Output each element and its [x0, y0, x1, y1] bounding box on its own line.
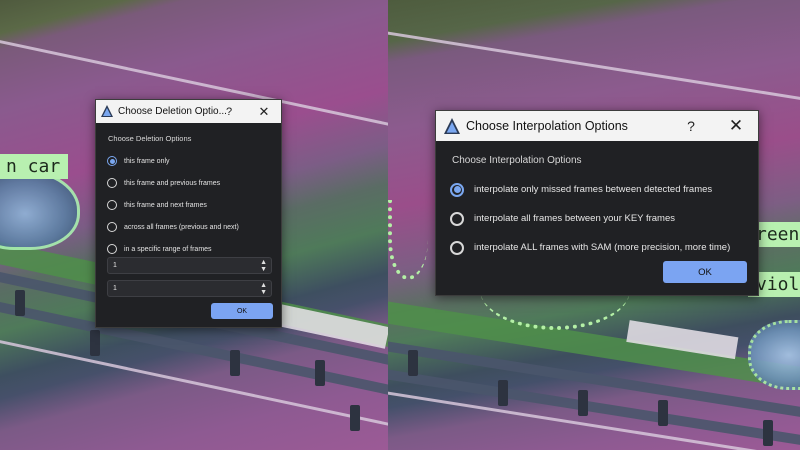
option-label: interpolate ALL frames with SAM (more pr… — [474, 242, 731, 253]
rail-post — [350, 405, 360, 431]
radio-button[interactable] — [107, 200, 117, 210]
range-end-value: 1 — [113, 285, 117, 292]
radio-button[interactable] — [107, 222, 117, 232]
rail-post — [408, 350, 418, 376]
deletion-options-dialog: Choose Deletion Optio... ? ✕ Choose Dele… — [95, 99, 282, 328]
option-all-frames[interactable]: across all frames (previous and next) — [107, 216, 239, 238]
spin-arrows[interactable]: ▲ ▼ — [260, 282, 267, 296]
interpolation-options-dialog: Choose Interpolation Options ? ✕ Choose … — [435, 110, 759, 296]
option-key-frames[interactable]: interpolate all frames between your KEY … — [450, 204, 730, 233]
option-label: this frame and previous frames — [124, 179, 221, 187]
options-group-label: Choose Interpolation Options — [452, 155, 582, 166]
chevron-up-icon[interactable]: ▲ — [260, 282, 267, 289]
option-this-frame-only[interactable]: this frame only — [107, 150, 239, 172]
range-start-spinbox[interactable]: 1 ▲ ▼ — [107, 257, 272, 274]
dialog-title: Choose Deletion Optio... — [118, 106, 227, 117]
radio-button[interactable] — [107, 178, 117, 188]
range-start-value: 1 — [113, 262, 117, 269]
object-label-tag: n car — [0, 154, 69, 179]
close-icon[interactable]: ✕ — [728, 111, 744, 141]
chevron-down-icon[interactable]: ▼ — [260, 289, 267, 296]
option-label: interpolate all frames between your KEY … — [474, 213, 676, 224]
spin-arrows[interactable]: ▲ ▼ — [260, 259, 267, 273]
radio-button[interactable] — [450, 182, 464, 197]
option-label: this frame and next frames — [124, 201, 207, 209]
rail-post — [578, 390, 588, 416]
radio-button[interactable] — [450, 211, 464, 226]
polygon-annotation[interactable] — [388, 200, 428, 280]
rail-post — [658, 400, 668, 426]
option-sam-all-frames[interactable]: interpolate ALL frames with SAM (more pr… — [450, 233, 730, 262]
rail-post — [15, 290, 25, 316]
dialog-title-bar[interactable]: Choose Interpolation Options ? ✕ — [436, 111, 758, 141]
range-end-spinbox[interactable]: 1 ▲ ▼ — [107, 280, 272, 297]
app-logo-icon — [101, 105, 113, 117]
ok-button[interactable]: OK — [663, 261, 747, 283]
radio-button[interactable] — [450, 240, 464, 255]
interpolation-options-list: interpolate only missed frames between d… — [450, 175, 730, 262]
ok-button[interactable]: OK — [211, 303, 273, 319]
video-frame-left: n car Choose Deletion Optio... ? ✕ Choos… — [0, 0, 388, 450]
option-previous-frames[interactable]: this frame and previous frames — [107, 172, 239, 194]
rail-post — [498, 380, 508, 406]
option-label: this frame only — [124, 157, 170, 165]
chevron-down-icon[interactable]: ▼ — [260, 266, 267, 273]
rail-post — [763, 420, 773, 446]
option-label: interpolate only missed frames between d… — [474, 184, 713, 195]
option-next-frames[interactable]: this frame and next frames — [107, 194, 239, 216]
deletion-options-list: this frame only this frame and previous … — [107, 150, 239, 260]
option-missed-frames[interactable]: interpolate only missed frames between d… — [450, 175, 730, 204]
option-label: in a specific range of frames — [124, 245, 212, 253]
app-logo-icon — [444, 118, 460, 134]
radio-button[interactable] — [107, 156, 117, 166]
rail-post — [230, 350, 240, 376]
close-icon[interactable]: ✕ — [257, 100, 271, 123]
option-label: across all frames (previous and next) — [124, 223, 239, 231]
options-group-label: Choose Deletion Options — [108, 134, 192, 143]
chevron-up-icon[interactable]: ▲ — [260, 259, 267, 266]
help-icon[interactable]: ? — [223, 100, 235, 123]
help-icon[interactable]: ? — [684, 111, 698, 141]
rail-post — [315, 360, 325, 386]
dialog-title: Choose Interpolation Options — [466, 119, 628, 133]
dialog-title-bar[interactable]: Choose Deletion Optio... ? ✕ — [96, 100, 281, 123]
rail-post — [90, 330, 100, 356]
radio-button[interactable] — [107, 244, 117, 254]
